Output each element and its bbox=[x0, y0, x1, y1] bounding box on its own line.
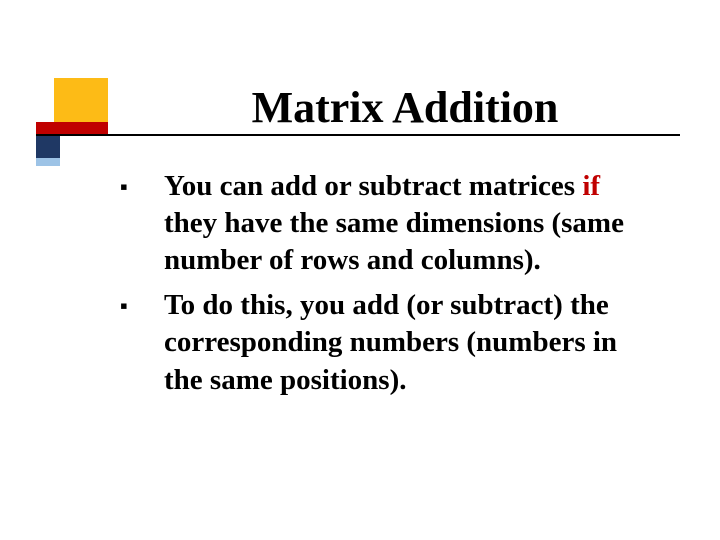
list-item: ▪ You can add or subtract matrices if th… bbox=[120, 168, 656, 279]
accent-square-darkblue bbox=[36, 134, 60, 158]
accent-bar-red bbox=[36, 122, 108, 134]
text-run-emphasis: if bbox=[582, 170, 600, 202]
title-underline bbox=[36, 134, 680, 136]
bullet-icon: ▪ bbox=[120, 168, 164, 279]
list-item-text: To do this, you add (or subtract) the co… bbox=[164, 287, 656, 398]
text-run: To do this, you add (or subtract) the co… bbox=[164, 289, 617, 395]
text-run: they have the same dimensions (same numb… bbox=[164, 207, 624, 276]
bullet-icon: ▪ bbox=[120, 287, 164, 398]
text-run: You can add or subtract matrices bbox=[164, 170, 582, 202]
slide-accent-graphic bbox=[36, 78, 126, 168]
bullet-list: ▪ You can add or subtract matrices if th… bbox=[120, 168, 656, 407]
list-item: ▪ To do this, you add (or subtract) the … bbox=[120, 287, 656, 398]
accent-bar-lightblue bbox=[36, 158, 60, 166]
slide-title: Matrix Addition bbox=[130, 82, 680, 133]
list-item-text: You can add or subtract matrices if they… bbox=[164, 168, 656, 279]
title-container: Matrix Addition bbox=[130, 82, 680, 133]
